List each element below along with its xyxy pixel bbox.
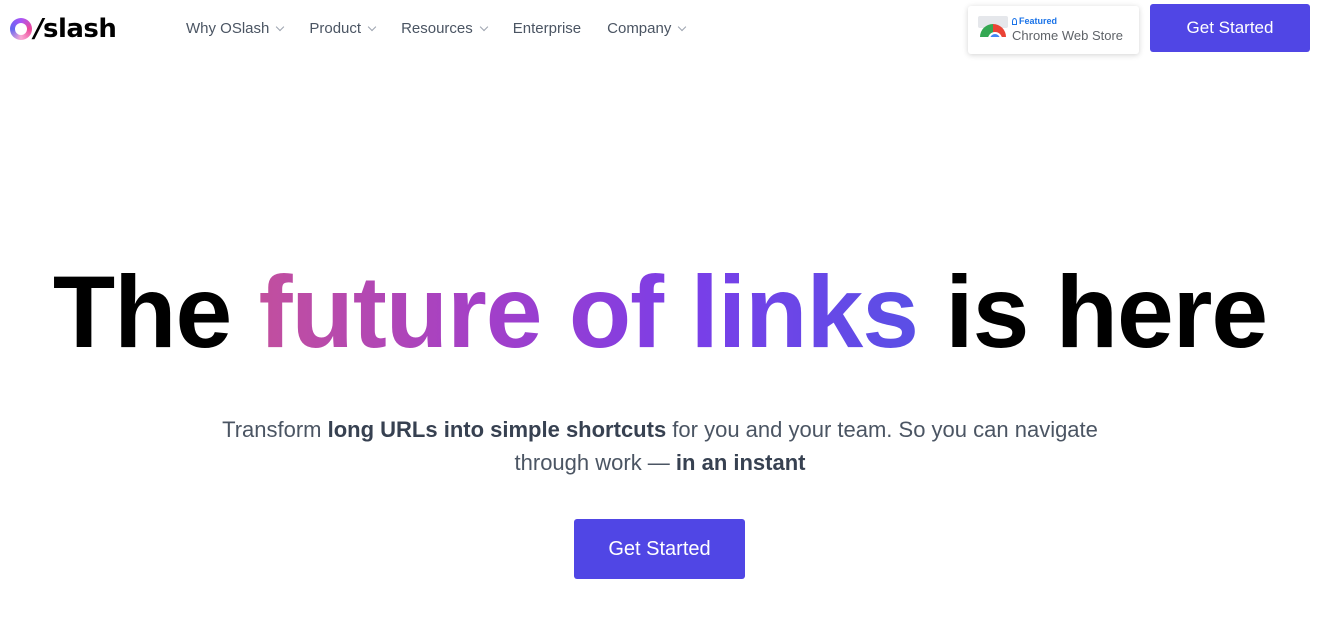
chevron-down-icon <box>367 22 377 32</box>
nav-item-label: Product <box>309 20 362 37</box>
nav-item-product[interactable]: Product <box>309 20 377 37</box>
hero-subtitle: Transform long URLs into simple shortcut… <box>222 417 1098 475</box>
site-header: /slash Why OSlash Product Resources Ente… <box>0 0 1320 62</box>
oslash-logo[interactable]: /slash <box>10 14 117 44</box>
main-nav: Why OSlash Product Resources Enterprise … <box>186 20 687 37</box>
nav-item-label: Company <box>607 20 672 37</box>
logo-text: /slash <box>34 14 117 44</box>
chrome-web-store-icon <box>978 16 1008 51</box>
nav-item-why-oslash[interactable]: Why OSlash <box>186 20 285 37</box>
logo-mark-icon <box>10 18 32 40</box>
nav-item-label: Resources <box>401 20 473 37</box>
store-name: Chrome Web Store <box>1012 28 1124 43</box>
nav-item-company[interactable]: Company <box>607 20 687 37</box>
award-ribbon-icon <box>1012 18 1017 25</box>
hero-title-highlight: future of links <box>258 255 919 369</box>
chevron-down-icon <box>276 22 285 32</box>
nav-item-label: Enterprise <box>512 20 582 37</box>
nav-item-enterprise[interactable]: Enterprise <box>513 20 581 37</box>
chevron-down-icon <box>479 22 489 32</box>
featured-label: Featured <box>1012 16 1123 27</box>
header-get-started-button[interactable]: Get Started <box>1150 4 1310 52</box>
chevron-down-icon <box>678 22 687 32</box>
hero-title: The future of links is here <box>52 255 1268 369</box>
hero-get-started-button[interactable]: Get Started <box>574 519 745 579</box>
nav-item-label: Why OSlash <box>186 20 270 37</box>
nav-item-resources[interactable]: Resources <box>401 20 489 37</box>
chrome-web-store-badge[interactable]: Featured Chrome Web Store <box>968 6 1139 54</box>
